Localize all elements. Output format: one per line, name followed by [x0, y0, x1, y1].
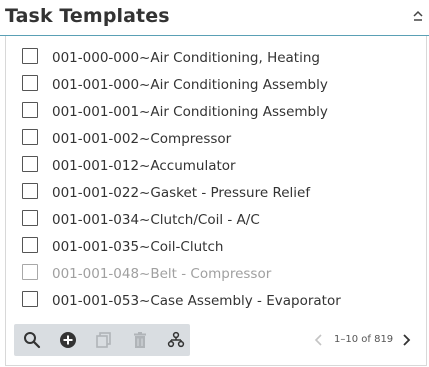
checkbox[interactable] — [22, 291, 38, 307]
list-item[interactable]: 001-001-034~Clutch/Coil - A/C — [6, 206, 426, 233]
list-item[interactable]: 001-001-000~Air Conditioning Assembly — [6, 71, 426, 98]
collapse-button[interactable] — [410, 8, 426, 26]
list-item[interactable]: 001-001-035~Coil-Clutch — [6, 233, 426, 260]
list-item-label: 001-000-000~Air Conditioning, Heating — [52, 50, 320, 66]
list-item-label: 001-001-000~Air Conditioning Assembly — [52, 77, 328, 93]
checkbox[interactable] — [22, 237, 38, 253]
panel-header: Task Templates — [0, 0, 429, 36]
chevron-right-icon — [403, 334, 411, 346]
copy-icon — [96, 332, 111, 348]
list-item-label: 001-001-002~Compressor — [52, 131, 232, 147]
list-item[interactable]: 001-001-022~Gasket - Pressure Relief — [6, 179, 426, 206]
list-item-label: 001-001-048~Belt - Compressor — [52, 266, 272, 282]
list-item-label: 001-001-022~Gasket - Pressure Relief — [52, 185, 311, 201]
template-list-container: 001-000-000~Air Conditioning, Heating 001… — [5, 36, 427, 366]
checkbox[interactable] — [22, 183, 38, 199]
checkbox[interactable] — [22, 48, 38, 64]
add-button[interactable] — [50, 324, 86, 356]
search-button[interactable] — [14, 324, 50, 356]
list-item[interactable]: 001-001-001~Air Conditioning Assembly — [6, 98, 426, 125]
list-item[interactable]: 001-001-053~Case Assembly - Evaporator — [6, 287, 426, 314]
previous-page-button[interactable] — [312, 332, 326, 348]
checkbox[interactable] — [22, 75, 38, 91]
list-item[interactable]: 001-001-002~Compressor — [6, 125, 426, 152]
list-item[interactable]: 001-001-012~Accumulator — [6, 152, 426, 179]
list-item-label: 001-001-053~Case Assembly - Evaporator — [52, 293, 341, 309]
list-toolbar — [14, 324, 190, 356]
chevron-left-icon — [314, 334, 322, 346]
list-item-label: 001-001-034~Clutch/Coil - A/C — [52, 212, 260, 228]
list-item-label: 001-001-012~Accumulator — [52, 158, 236, 174]
hierarchy-button[interactable] — [158, 324, 194, 356]
checkbox[interactable] — [22, 264, 38, 280]
copy-button[interactable] — [86, 324, 122, 356]
template-list: 001-000-000~Air Conditioning, Heating 001… — [6, 44, 426, 314]
list-item-label: 001-001-035~Coil-Clutch — [52, 239, 224, 255]
checkbox[interactable] — [22, 129, 38, 145]
delete-button[interactable] — [122, 324, 158, 356]
task-templates-panel: Task Templates 001-000-000~Air Condition… — [0, 0, 429, 367]
pagination: 1–10 of 819 — [306, 324, 416, 356]
panel-title: Task Templates — [5, 5, 170, 27]
trash-icon — [134, 332, 146, 348]
list-item-label: 001-001-001~Air Conditioning Assembly — [52, 104, 328, 120]
checkbox[interactable] — [22, 102, 38, 118]
next-page-button[interactable] — [399, 332, 413, 348]
page-range-label: 1–10 of 819 — [334, 334, 394, 345]
checkbox[interactable] — [22, 156, 38, 172]
list-item[interactable]: 001-000-000~Air Conditioning, Heating — [6, 44, 426, 71]
search-icon — [24, 332, 41, 349]
collapse-up-icon — [413, 10, 423, 21]
hierarchy-icon — [167, 331, 185, 348]
list-item[interactable]: 001-001-048~Belt - Compressor — [6, 260, 426, 287]
add-circle-icon — [60, 332, 76, 348]
checkbox[interactable] — [22, 210, 38, 226]
